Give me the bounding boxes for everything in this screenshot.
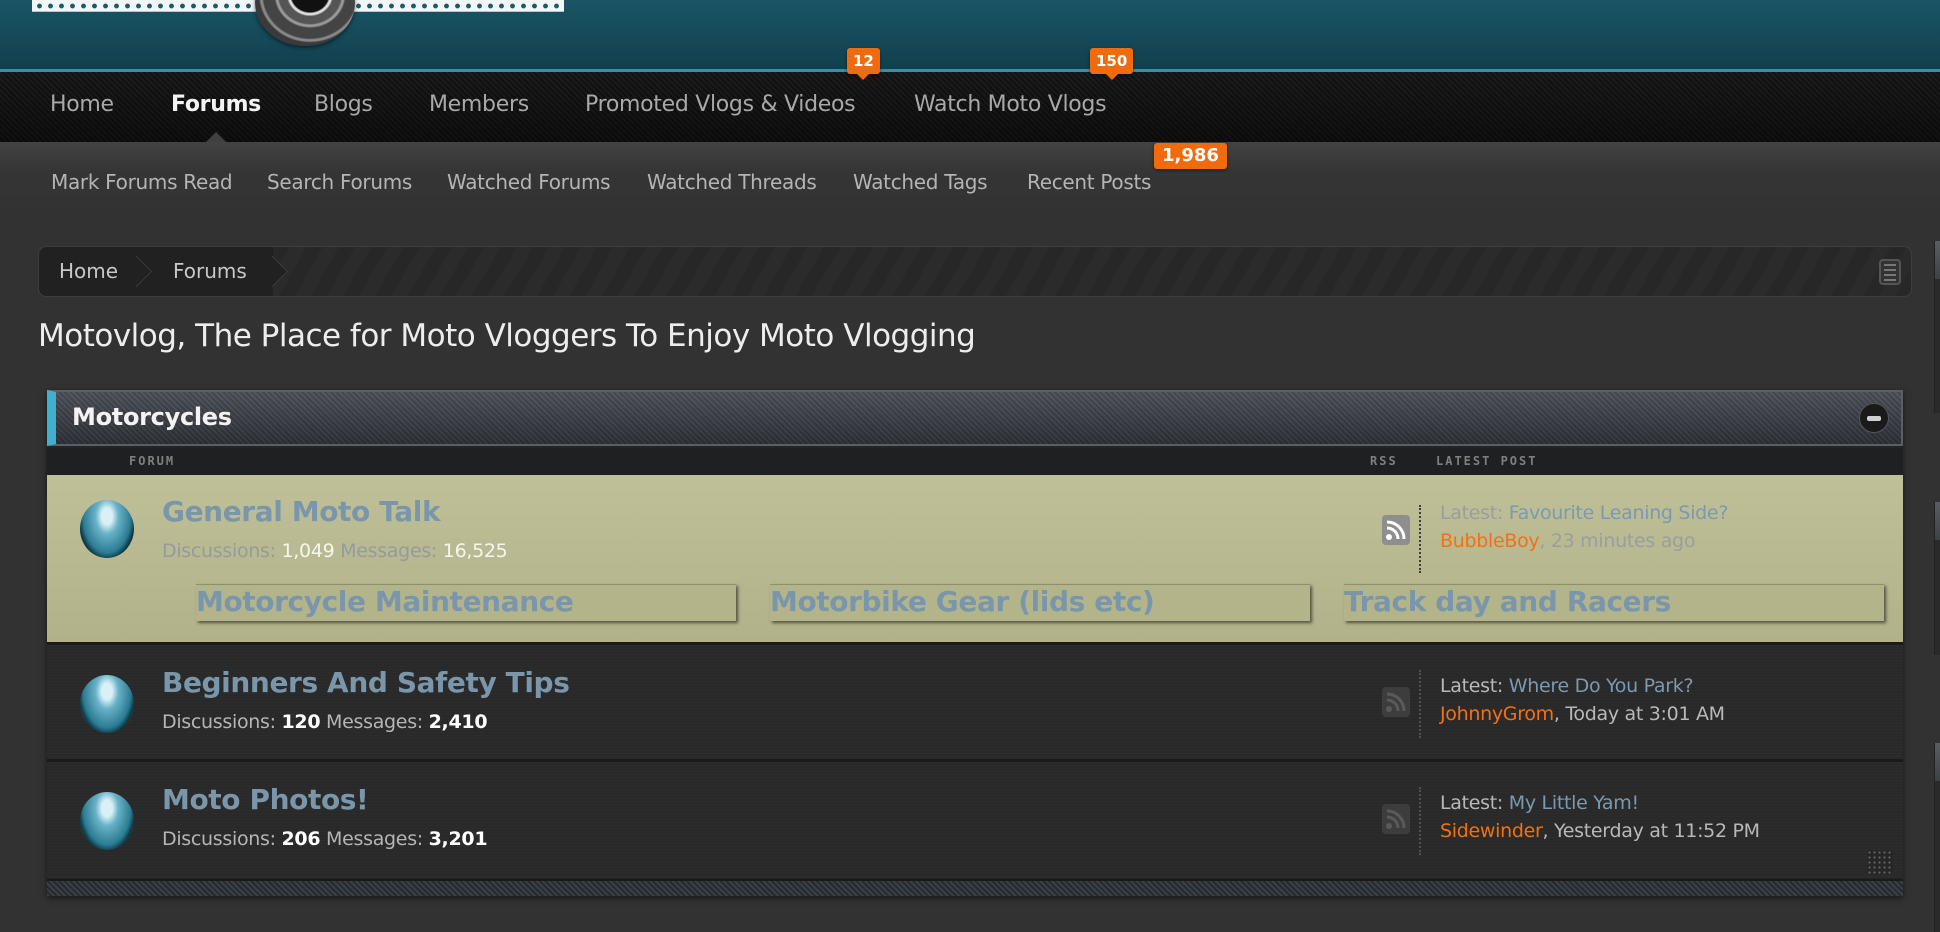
category-title[interactable]: Motorcycles — [72, 403, 232, 431]
site-logo[interactable] — [32, 0, 564, 46]
messages-count: 3,201 — [428, 828, 488, 850]
latest-thread-link[interactable]: Favourite Leaning Side? — [1509, 502, 1729, 524]
watch-moto-vlogs-count-badge: 150 — [1090, 48, 1134, 80]
subforum-link[interactable]: Motorbike Gear (lids etc) — [770, 584, 1310, 621]
nav-members[interactable]: Members — [429, 92, 529, 117]
subforum-link[interactable]: Motorcycle Maintenance — [196, 584, 736, 621]
recent-posts-count-badge: 1,986 — [1154, 143, 1227, 169]
column-latest-post: LATEST POST — [1436, 454, 1538, 468]
breadcrumb-separator-icon — [136, 247, 162, 296]
nav-home[interactable]: Home — [50, 92, 114, 117]
latest-label: Latest: — [1440, 675, 1504, 697]
forum-row: Beginners And Safety Tips Discussions: 1… — [47, 645, 1903, 762]
list-icon[interactable] — [1879, 259, 1901, 285]
subnav-search-forums[interactable]: Search Forums — [267, 170, 412, 194]
latest-thread-link[interactable]: Where Do You Park? — [1509, 675, 1694, 697]
discussions-label: Discussions: — [162, 540, 276, 562]
latest-post-meta: JohnnyGrom, Today at 3:01 AM — [1440, 703, 1725, 725]
discussions-count: 120 — [281, 711, 321, 733]
nav-watch-moto-vlogs[interactable]: Watch Moto Vlogs — [914, 92, 1107, 117]
category-motorcycles: Motorcycles FORUM RSS LATEST POST Genera… — [47, 390, 1903, 896]
column-divider — [1419, 670, 1421, 738]
latest-post: Latest: Where Do You Park? — [1440, 675, 1694, 697]
subnav-watched-threads[interactable]: Watched Threads — [647, 170, 817, 194]
resize-grip-icon[interactable] — [1867, 850, 1893, 874]
latest-post-meta: Sidewinder, Yesterday at 11:52 PM — [1440, 820, 1760, 842]
latest-user-link[interactable]: JohnnyGrom — [1440, 703, 1554, 725]
forum-title-link[interactable]: General Moto Talk — [162, 495, 441, 528]
discussions-count: 1,049 — [281, 540, 335, 562]
minus-circle-icon[interactable] — [1859, 403, 1889, 433]
latest-time: , 23 minutes ago — [1539, 530, 1696, 552]
column-divider — [1419, 505, 1421, 573]
discussions-label: Discussions: — [162, 711, 276, 733]
latest-post: Latest: Favourite Leaning Side? — [1440, 502, 1728, 524]
subforum-link[interactable]: Track day and Racers — [1344, 584, 1884, 621]
forum-stats: Discussions: 206 Messages: 3,201 — [162, 828, 488, 850]
forum-row: General Moto Talk Discussions: 1,049 Mes… — [47, 475, 1903, 645]
sidebar-block — [1934, 241, 1940, 413]
sidebar-block — [1934, 502, 1940, 655]
breadcrumb-separator-icon — [272, 247, 298, 296]
forum-stats: Discussions: 120 Messages: 2,410 — [162, 711, 488, 733]
forum-title-link[interactable]: Moto Photos! — [162, 783, 369, 816]
sub-nav: Mark Forums Read Search Forums Watched F… — [0, 142, 1940, 216]
forum-stats: Discussions: 1,049 Messages: 16,525 — [162, 540, 508, 562]
latest-thread-link[interactable]: My Little Yam! — [1509, 792, 1639, 814]
subnav-watched-tags[interactable]: Watched Tags — [853, 170, 988, 194]
column-forum: FORUM — [129, 454, 176, 468]
column-headers: FORUM RSS LATEST POST — [47, 448, 1903, 475]
sidebar-block — [1934, 743, 1940, 932]
messages-count: 2,410 — [428, 711, 488, 733]
promoted-vlogs-count-badge: 12 — [847, 48, 880, 80]
rss-icon[interactable] — [1382, 687, 1410, 717]
latest-post-meta: BubbleBoy, 23 minutes ago — [1440, 530, 1695, 552]
forum-title-link[interactable]: Beginners And Safety Tips — [162, 666, 570, 699]
breadcrumb-forums-label: Forums — [173, 259, 247, 283]
forum-row: Moto Photos! Discussions: 206 Messages: … — [47, 762, 1903, 878]
nav-blogs[interactable]: Blogs — [314, 92, 373, 117]
main-nav: Home Forums Blogs Members Promoted Vlogs… — [0, 72, 1940, 146]
latest-label: Latest: — [1440, 792, 1504, 814]
rss-icon[interactable] — [1382, 515, 1410, 545]
site-header — [0, 0, 1940, 72]
rss-icon[interactable] — [1382, 804, 1410, 834]
category-header: Motorcycles — [47, 390, 1903, 446]
latest-post: Latest: My Little Yam! — [1440, 792, 1639, 814]
column-rss: RSS — [1370, 454, 1398, 468]
latest-time: , Today at 3:01 AM — [1553, 703, 1725, 725]
latest-user-link[interactable]: Sidewinder — [1440, 820, 1543, 842]
subnav-mark-forums-read[interactable]: Mark Forums Read — [51, 170, 233, 194]
subnav-watched-forums[interactable]: Watched Forums — [447, 170, 611, 194]
discussions-label: Discussions: — [162, 828, 276, 850]
breadcrumb: Forums Home — [38, 246, 1912, 297]
forum-status-icon — [80, 500, 134, 558]
discussions-count: 206 — [281, 828, 321, 850]
nav-forums[interactable]: Forums — [171, 92, 261, 146]
breadcrumb-home[interactable]: Home — [39, 247, 137, 296]
messages-label: Messages: — [326, 828, 423, 850]
column-divider — [1419, 787, 1421, 855]
page-title: Motovlog, The Place for Moto Vloggers To… — [38, 318, 976, 354]
breadcrumb-home-label: Home — [59, 259, 119, 283]
tire-icon — [255, 0, 355, 46]
subnav-recent-posts[interactable]: Recent Posts — [1027, 170, 1151, 194]
messages-count: 16,525 — [442, 540, 508, 562]
forum-status-icon — [80, 792, 134, 850]
latest-label: Latest: — [1440, 502, 1504, 524]
latest-time: , Yesterday at 11:52 PM — [1542, 820, 1761, 842]
nav-promoted-vlogs[interactable]: Promoted Vlogs & Videos — [585, 92, 856, 117]
messages-label: Messages: — [340, 540, 438, 562]
category-footer — [47, 879, 1903, 896]
latest-user-link[interactable]: BubbleBoy — [1440, 530, 1540, 552]
forum-status-icon — [80, 675, 134, 733]
messages-label: Messages: — [326, 711, 423, 733]
